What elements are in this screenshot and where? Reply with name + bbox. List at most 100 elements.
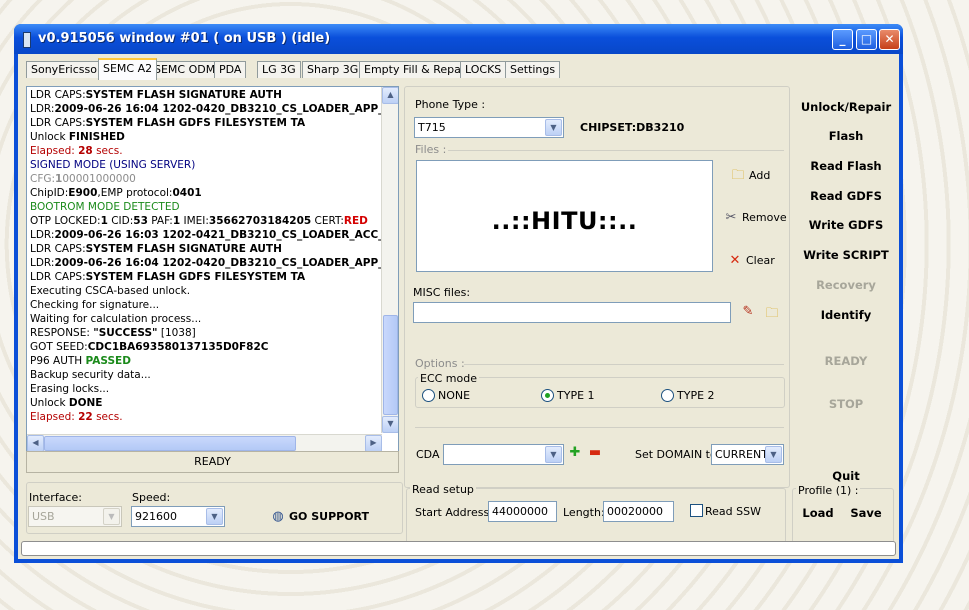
scroll-up-arrow-icon[interactable]: ▲ bbox=[382, 87, 398, 104]
log-horizontal-thumb[interactable] bbox=[44, 436, 296, 451]
log-line: P96 AUTH PASSED bbox=[30, 355, 131, 367]
log-output[interactable]: LDR CAPS:SYSTEM FLASH SIGNATURE AUTH LDR:… bbox=[26, 86, 399, 452]
log-line: LDR:2009-06-26 16:03 1202-0421_DB3210_CS… bbox=[30, 229, 391, 241]
ecc-none-radio[interactable] bbox=[422, 389, 435, 402]
log-line: Waiting for calculation process... bbox=[30, 313, 202, 325]
log-line: OTP LOCKED:1 CID:53 PAF:1 IMEI:356627031… bbox=[30, 215, 368, 227]
read-flash-button[interactable]: Read Flash bbox=[796, 159, 896, 173]
remove-label: Remove bbox=[742, 211, 787, 224]
options-divider bbox=[464, 364, 784, 365]
support-globe-icon: ◍ bbox=[272, 509, 284, 524]
log-line: RESPONSE: "SUCCESS" [1038] bbox=[30, 327, 196, 339]
add-label: Add bbox=[749, 169, 771, 182]
tab-lg-3g[interactable]: LG 3G bbox=[257, 61, 301, 78]
log-line: LDR CAPS:SYSTEM FLASH GDFS FILESYSTEM TA bbox=[30, 117, 306, 129]
start-address-input[interactable]: 44000000 bbox=[488, 501, 557, 522]
log-vertical-scrollbar[interactable]: ▲ ▼ bbox=[381, 87, 398, 433]
folder-icon: 🗀 bbox=[765, 306, 779, 321]
domain-value: CURRENT bbox=[715, 448, 768, 461]
ready-button[interactable]: READY bbox=[796, 354, 896, 368]
log-line: BOOTROM MODE DETECTED bbox=[30, 201, 180, 213]
clear-files-button[interactable]: ✕ Clear bbox=[727, 253, 775, 268]
minimize-button[interactable]: _ bbox=[832, 29, 853, 50]
chevron-down-icon[interactable]: ▼ bbox=[545, 119, 562, 136]
options-label: Options : bbox=[415, 357, 465, 370]
main-window: v0.915056 window #01 ( on USB ) (idle) _… bbox=[14, 24, 903, 563]
write-gdfs-button[interactable]: Write GDFS bbox=[796, 218, 896, 232]
ecc-type1-radio[interactable] bbox=[541, 389, 554, 402]
unlock-repair-button[interactable]: Unlock/Repair bbox=[796, 100, 896, 114]
read-ssw-label: Read SSW bbox=[705, 505, 761, 518]
length-input[interactable]: 00020000 bbox=[603, 501, 674, 522]
phone-type-select[interactable]: T715 ▼ bbox=[414, 117, 564, 138]
pencil-icon: ✎ bbox=[742, 304, 754, 319]
log-line: Unlock FINISHED bbox=[30, 131, 125, 143]
log-line: LDR:2009-06-26 16:04 1202-0420_DB3210_CS… bbox=[30, 103, 391, 115]
scroll-down-arrow-icon[interactable]: ▼ bbox=[382, 416, 398, 433]
add-cda-button[interactable]: ✚ bbox=[567, 445, 586, 460]
log-line: LDR CAPS:SYSTEM FLASH SIGNATURE AUTH bbox=[30, 89, 282, 101]
remove-cda-button[interactable]: ▬ bbox=[587, 445, 606, 460]
green-plus-icon: ✚ bbox=[569, 445, 581, 460]
go-support-button[interactable]: ◍ GO SUPPORT bbox=[270, 509, 369, 524]
clear-label: Clear bbox=[746, 254, 775, 267]
start-address-label: Start Address: bbox=[415, 506, 493, 519]
phone-type-value: T715 bbox=[418, 121, 446, 134]
chevron-down-icon[interactable]: ▼ bbox=[103, 508, 120, 525]
speed-select[interactable]: 921600 ▼ bbox=[131, 506, 225, 527]
read-gdfs-button[interactable]: Read GDFS bbox=[796, 189, 896, 203]
files-list[interactable]: ..::HITU::.. bbox=[416, 160, 713, 272]
domain-select[interactable]: CURRENT ▼ bbox=[711, 444, 784, 465]
maximize-button[interactable]: □ bbox=[856, 29, 877, 50]
tab-pda[interactable]: PDA bbox=[214, 61, 247, 78]
close-button[interactable]: ✕ bbox=[879, 29, 900, 50]
read-setup-label: Read setup bbox=[410, 483, 476, 496]
tab-settings[interactable]: Settings bbox=[505, 61, 561, 78]
quit-button[interactable]: Quit bbox=[796, 469, 896, 483]
interface-select[interactable]: USB ▼ bbox=[28, 506, 122, 527]
remove-file-button[interactable]: ✂ Remove bbox=[723, 210, 787, 225]
misc-files-input[interactable] bbox=[413, 302, 731, 323]
log-line: Executing CSCA-based unlock. bbox=[30, 285, 191, 297]
log-horizontal-scrollbar[interactable]: ◀ ▶ bbox=[27, 434, 382, 451]
stop-button[interactable]: STOP bbox=[796, 397, 896, 411]
tab-semc-odm[interactable]: SEMC ODM bbox=[149, 61, 221, 78]
tab-empty-fill-repair[interactable]: Empty Fill & Repair bbox=[359, 61, 474, 78]
scroll-left-arrow-icon[interactable]: ◀ bbox=[27, 435, 44, 451]
log-status: READY bbox=[26, 451, 399, 473]
log-line: SIGNED MODE (USING SERVER) bbox=[30, 159, 196, 171]
tab-semc-a2[interactable]: SEMC A2 bbox=[98, 58, 158, 80]
write-script-button[interactable]: Write SCRIPT bbox=[796, 248, 896, 262]
files-banner: ..::HITU::.. bbox=[491, 207, 638, 235]
chevron-down-icon[interactable]: ▼ bbox=[765, 446, 782, 463]
recovery-button[interactable]: Recovery bbox=[796, 278, 896, 292]
phone-type-label: Phone Type : bbox=[415, 98, 486, 111]
ecc-type2-label: TYPE 2 bbox=[677, 389, 715, 402]
ecc-none-label: NONE bbox=[438, 389, 471, 402]
chevron-down-icon[interactable]: ▼ bbox=[206, 508, 223, 525]
scroll-right-arrow-icon[interactable]: ▶ bbox=[365, 435, 382, 451]
ecc-type2-radio[interactable] bbox=[661, 389, 674, 402]
edit-misc-button[interactable]: ✎ bbox=[740, 304, 759, 319]
tab-locks[interactable]: LOCKS bbox=[460, 61, 507, 78]
identify-button[interactable]: Identify bbox=[796, 308, 896, 322]
load-profile-button[interactable]: Load bbox=[796, 506, 840, 520]
open-misc-button[interactable]: 🗀 bbox=[764, 304, 783, 326]
cda-select[interactable]: ▼ bbox=[443, 444, 564, 465]
ecc-mode-label: ECC mode bbox=[418, 372, 480, 385]
tab-sonyericsson[interactable]: SonyEricsson bbox=[26, 61, 109, 78]
log-line: ChipID:E900,EMP protocol:0401 bbox=[30, 187, 202, 199]
log-vertical-thumb[interactable] bbox=[383, 315, 398, 415]
read-ssw-checkbox[interactable] bbox=[690, 504, 703, 517]
tab-sharp-3g[interactable]: Sharp 3G bbox=[302, 61, 364, 78]
chevron-down-icon[interactable]: ▼ bbox=[545, 446, 562, 463]
chipset-label: CHIPSET:DB3210 bbox=[580, 121, 685, 134]
title-bar[interactable]: v0.915056 window #01 ( on USB ) (idle) _… bbox=[14, 24, 903, 54]
add-file-button[interactable]: 🗀 Add bbox=[730, 166, 770, 188]
red-x-icon: ✕ bbox=[729, 253, 741, 268]
log-line: LDR:2009-06-26 16:04 1202-0420_DB3210_CS… bbox=[30, 257, 391, 269]
flash-button[interactable]: Flash bbox=[796, 129, 896, 143]
save-profile-button[interactable]: Save bbox=[844, 506, 888, 520]
length-label: Length: bbox=[563, 506, 605, 519]
log-line: Backup security data... bbox=[30, 369, 151, 381]
